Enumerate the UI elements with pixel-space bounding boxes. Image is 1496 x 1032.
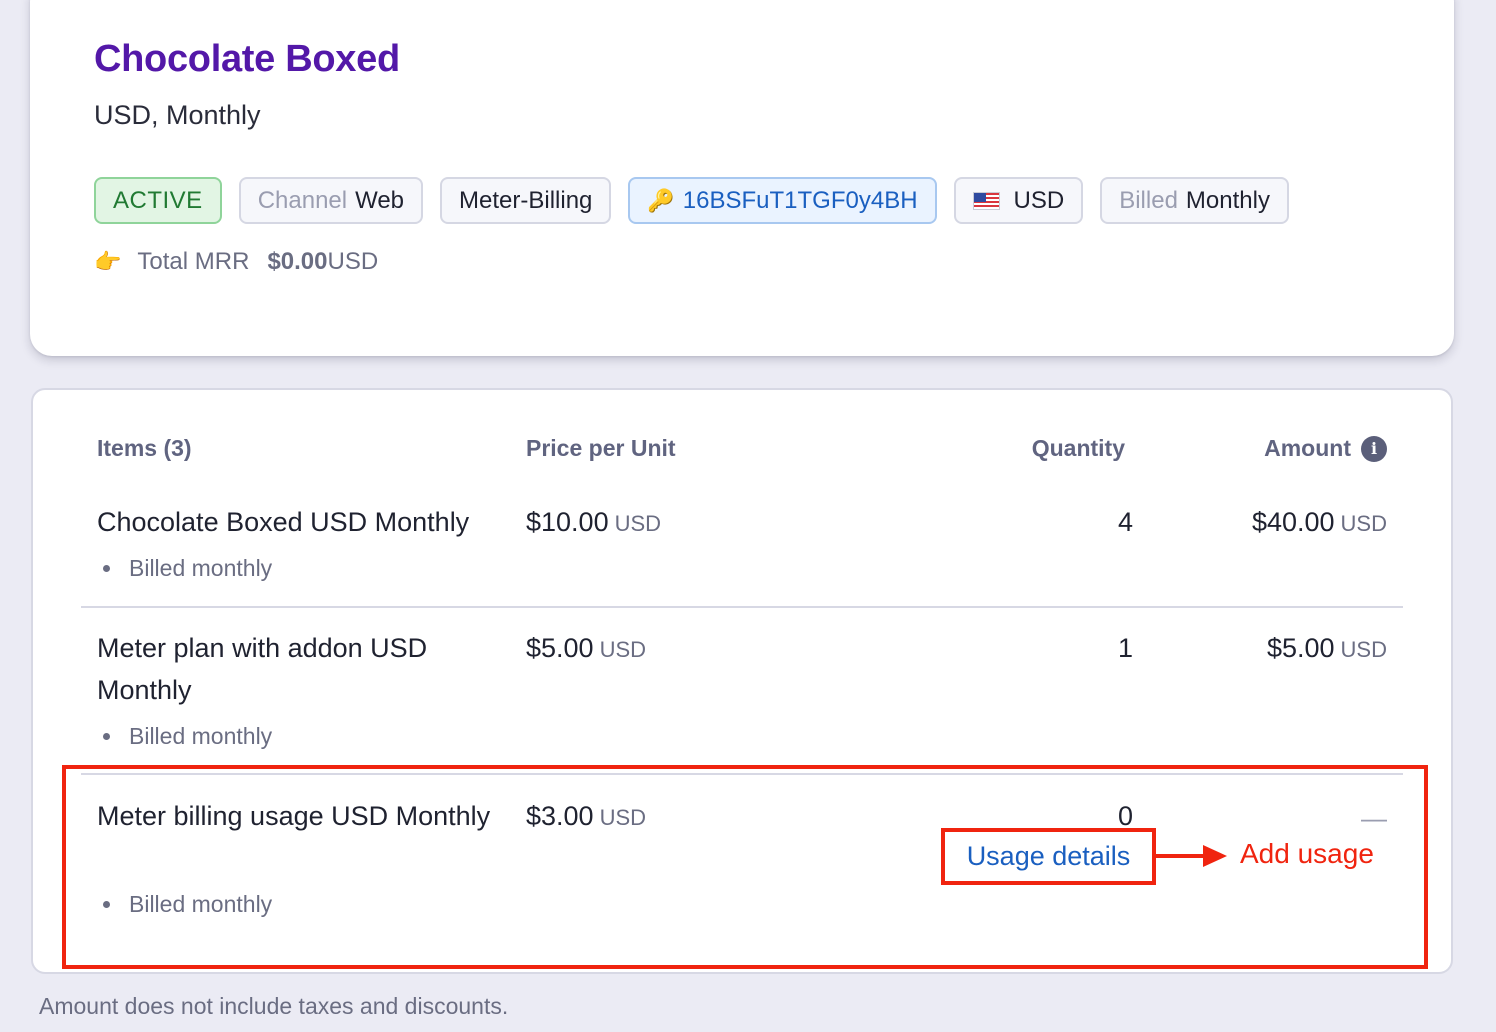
total-mrr: 👉 Total MRR $0.00USD bbox=[94, 248, 378, 276]
item-amount-value: $5.00 bbox=[1266, 633, 1335, 663]
item-amount-value: $40.00 bbox=[1251, 507, 1335, 537]
header-items: Items (3) bbox=[97, 435, 192, 461]
total-mrr-currency: USD bbox=[327, 248, 379, 275]
billing-note: Billed monthly bbox=[103, 555, 272, 582]
channel-tag: Channel Web bbox=[238, 177, 424, 224]
plan-summary-card: Chocolate Boxed USD, Monthly ACTIVE Chan… bbox=[30, 0, 1454, 356]
billing-note-text: Billed monthly bbox=[129, 723, 273, 749]
billed-tag: Billed Monthly bbox=[1100, 177, 1289, 224]
key-icon: 🔑 bbox=[647, 187, 675, 213]
billed-tag-label: Billed bbox=[1119, 186, 1178, 214]
item-name: Chocolate Boxed USD Monthly bbox=[97, 507, 470, 537]
item-price: $5.00 USD bbox=[526, 627, 646, 671]
item-quantity: 4 bbox=[1117, 507, 1133, 537]
item-amount: $5.00 USD bbox=[1267, 627, 1387, 671]
header-amount-label: Amount bbox=[1264, 435, 1351, 461]
total-mrr-label: Total MRR bbox=[137, 248, 250, 275]
billing-type-label: Meter-Billing bbox=[459, 186, 593, 214]
total-mrr-value: $0.00USD bbox=[267, 248, 378, 276]
annotation-arrow-line bbox=[1156, 854, 1204, 858]
plan-tags: ACTIVE Channel Web Meter-Billing 🔑 16BSF… bbox=[94, 177, 1289, 224]
billing-type-tag: Meter-Billing bbox=[440, 177, 612, 224]
currency-tag: USD bbox=[953, 177, 1084, 224]
annotation-add-usage: Add usage bbox=[1240, 838, 1374, 869]
bullet-dot bbox=[103, 733, 110, 740]
status-badge-label: ACTIVE bbox=[113, 186, 203, 214]
plan-id-tag[interactable]: 🔑 16BSFuT1TGF0y4BH bbox=[628, 177, 937, 224]
header-price: Price per Unit bbox=[526, 435, 676, 461]
item-amount-currency: USD bbox=[1340, 637, 1387, 662]
status-badge: ACTIVE bbox=[94, 177, 222, 224]
channel-tag-value: Web bbox=[355, 186, 405, 214]
billing-note-text: Billed monthly bbox=[129, 555, 273, 581]
channel-tag-label: Channel bbox=[257, 186, 348, 214]
pointing-hand-icon: 👉 bbox=[94, 249, 122, 274]
item-price-value: $5.00 bbox=[526, 633, 594, 663]
item-name: Meter plan with addon USD Monthly bbox=[97, 633, 428, 705]
plan-subtitle: USD, Monthly bbox=[94, 100, 261, 130]
item-quantity: 1 bbox=[1117, 633, 1133, 663]
bullet-dot bbox=[103, 565, 110, 572]
item-price-currency: USD bbox=[599, 637, 647, 662]
plan-title: Chocolate Boxed bbox=[94, 38, 400, 80]
item-price: $10.00 USD bbox=[526, 501, 661, 545]
header-amount: Amount i bbox=[1264, 435, 1387, 462]
usage-details-label: Usage details bbox=[966, 841, 1131, 871]
billed-tag-value: Monthly bbox=[1185, 186, 1270, 214]
item-price-currency: USD bbox=[614, 511, 662, 536]
item-price-value: $10.00 bbox=[526, 507, 609, 537]
header-quantity: Quantity bbox=[1031, 435, 1125, 461]
item-amount: $40.00 USD bbox=[1252, 501, 1387, 545]
plan-id-value: 16BSFuT1TGF0y4BH bbox=[682, 186, 918, 214]
us-flag-icon bbox=[972, 191, 1000, 210]
total-mrr-amount: $0.00 bbox=[267, 248, 328, 275]
annotation-highlight-box bbox=[62, 765, 1428, 969]
currency-tag-label: USD bbox=[1013, 186, 1065, 214]
info-icon[interactable]: i bbox=[1361, 435, 1387, 462]
footnote: Amount does not include taxes and discou… bbox=[39, 993, 509, 1019]
row-divider bbox=[81, 606, 1403, 608]
item-amount-currency: USD bbox=[1340, 511, 1387, 536]
billing-note: Billed monthly bbox=[103, 723, 272, 750]
usage-details-link[interactable]: Usage details bbox=[941, 828, 1156, 885]
annotation-arrow-head-icon bbox=[1203, 845, 1227, 867]
